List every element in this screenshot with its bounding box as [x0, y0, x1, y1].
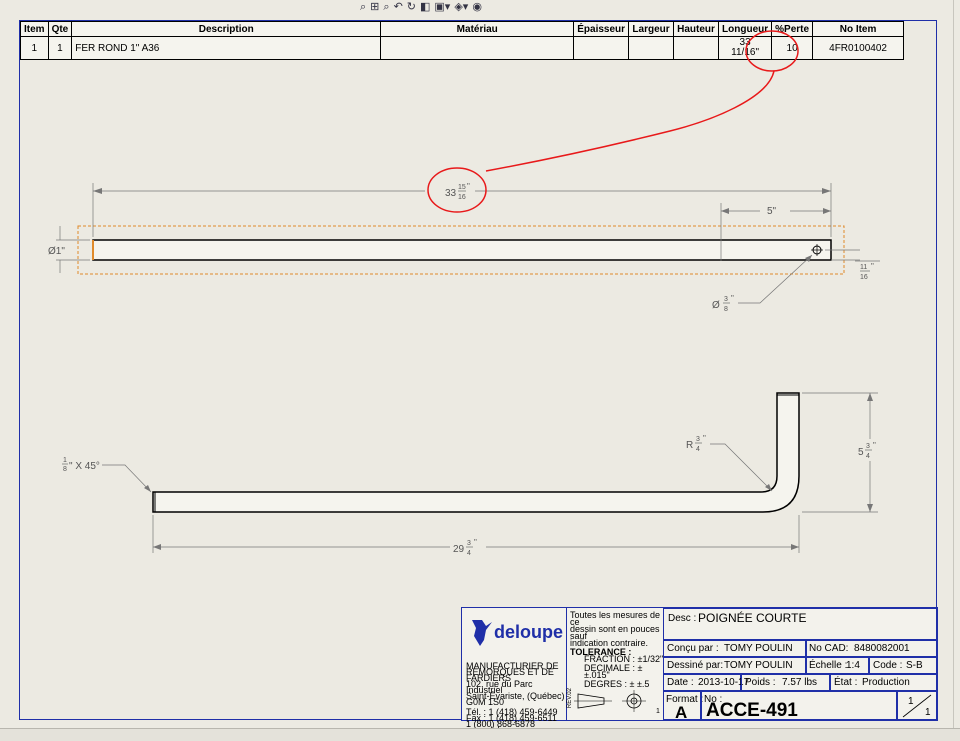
markup-circle-dimension — [427, 167, 487, 213]
view-orientation-icon[interactable]: ◈▾ — [454, 1, 468, 13]
deer-logo-icon — [472, 620, 492, 646]
poids-value[interactable]: 7.57 lbs — [782, 677, 817, 688]
arrowhead — [93, 188, 102, 194]
nocad-value[interactable]: 8480082001 — [854, 643, 910, 654]
dim-chamfer-rest[interactable]: " X 45° — [69, 461, 100, 472]
markup-connector-line — [485, 70, 775, 172]
arrowhead — [791, 544, 799, 550]
zoom-icon[interactable]: ⌕ — [383, 1, 389, 13]
top-view[interactable]: 33 15 16 " 5" Ø1" 11 16 " Ø 3 8 " — [48, 182, 880, 313]
dim-chamfer-den: 8 — [63, 466, 67, 473]
date-label: Date : — [667, 677, 694, 688]
rotate-icon[interactable]: ↻ — [407, 1, 416, 13]
echelle-label: Échelle : — [809, 660, 848, 671]
company-logo: deloupe — [466, 614, 566, 654]
nocad-label: No CAD: — [809, 643, 849, 654]
dim-leg-length-num: 3 — [467, 540, 471, 547]
format-value[interactable]: A — [675, 703, 687, 723]
dim-hole-offset[interactable]: 5" — [767, 206, 777, 217]
dim-hole-dia-prefix[interactable]: Ø — [712, 300, 720, 311]
zoom-fit-icon[interactable]: ⌕ — [360, 1, 366, 13]
dessine-label: Dessiné par: — [667, 660, 724, 671]
revision-mark: 1 — [656, 708, 660, 715]
drawing-notes: Toutes les mesures de ce dessin sont en … — [570, 611, 664, 689]
dim-bend-radius-den: 4 — [696, 446, 700, 453]
dim-overall-length-unit: " — [467, 182, 470, 191]
dim-bend-radius-num: 3 — [696, 436, 700, 443]
desc-value[interactable]: POIGNÉE COURTE — [698, 611, 806, 625]
tolerance-decimal: DECIMALE : ± ±.015" — [584, 663, 643, 680]
drawing-number[interactable]: ACCE-491 — [706, 700, 798, 722]
dim-hole-edge-den: 16 — [860, 274, 868, 281]
dim-leg-length-den: 4 — [467, 550, 471, 557]
leader-bend-radius — [710, 443, 773, 492]
dim-overall-length-whole[interactable]: 33 — [445, 188, 457, 199]
bent-handle-profile[interactable] — [152, 392, 800, 513]
round-bar-top[interactable] — [92, 239, 832, 261]
dim-hole-dia-den: 8 — [724, 306, 728, 313]
dessine-value[interactable]: TOMY POULIN — [724, 660, 793, 671]
dim-overall-length-num: 15 — [458, 184, 466, 191]
zoom-area-icon[interactable]: ⊞ — [370, 1, 379, 13]
etat-value[interactable]: Production — [862, 677, 910, 688]
drawing-sheet[interactable]: Item Qte Description Matériau Épaisseur … — [19, 20, 938, 735]
concu-label: Conçu par : — [667, 643, 719, 654]
sheet-total: 1 — [925, 707, 931, 718]
window-right-edge — [953, 0, 954, 740]
horizontal-scrollbar[interactable] — [0, 728, 960, 741]
arrowhead — [867, 504, 873, 512]
arrowhead — [721, 208, 729, 214]
code-label: Code : — [873, 660, 903, 671]
company-line: Saint-Évariste, (Québec) G0M 1S0 — [466, 691, 565, 707]
revision-label: RÉV.02 — [567, 688, 573, 709]
dim-height-whole[interactable]: 5 — [858, 447, 864, 458]
note-line: indication contraire. — [570, 638, 649, 648]
leader-chamfer — [102, 464, 152, 493]
code-value[interactable]: S-B — [906, 660, 923, 671]
tolerance-fraction: FRACTION : ±1/32" — [584, 654, 664, 664]
sheet-divider-icon — [902, 694, 932, 718]
front-view[interactable]: 1 8 " X 45° R 3 4 " 5 3 4 " 29 3 4 " — [62, 392, 878, 557]
dim-diameter[interactable]: Ø1" — [48, 246, 65, 257]
appearance-icon[interactable]: ◉ — [472, 1, 482, 13]
dim-height-den: 4 — [866, 453, 870, 460]
desc-label: Desc : — [668, 613, 697, 624]
dim-leg-length-whole[interactable]: 29 — [453, 544, 465, 555]
red-markup — [427, 30, 799, 213]
dim-overall-length-den: 16 — [458, 194, 466, 201]
dim-hole-dia-unit: " — [731, 294, 734, 303]
view-toolbar: ⌕ ⊞ ⌕ ↶ ↻ ◧ ▣▾ ◈▾ ◉ — [360, 0, 482, 14]
tolerance-degree: DEGRES : ± ±.5 — [584, 679, 650, 689]
arrowhead — [822, 188, 831, 194]
dim-height-num: 3 — [866, 443, 870, 450]
company-name: deloupe — [494, 622, 564, 642]
poids-label: Poids : — [745, 677, 776, 688]
dim-bend-radius-unit: " — [703, 434, 706, 443]
arrowhead — [867, 393, 873, 401]
etat-label: État : — [834, 677, 858, 688]
previous-view-icon[interactable]: ↶ — [394, 1, 403, 13]
leader-hole-diameter — [738, 254, 813, 304]
section-icon[interactable]: ◧ — [420, 1, 430, 13]
display-style-icon[interactable]: ▣▾ — [434, 1, 450, 13]
markup-circle-longueur — [745, 30, 799, 72]
dim-hole-edge-unit: " — [871, 262, 874, 271]
echelle-value[interactable]: 1:4 — [846, 660, 860, 671]
arrowhead — [823, 208, 831, 214]
sheet-number: 1 — [908, 696, 914, 707]
dim-leg-length-unit: " — [474, 538, 477, 547]
dim-chamfer-num: 1 — [63, 457, 67, 464]
dim-height-unit: " — [873, 441, 876, 450]
concu-value[interactable]: TOMY POULIN — [724, 643, 793, 654]
arrowhead — [153, 544, 161, 550]
dim-hole-edge-num: 11 — [860, 264, 867, 271]
dim-bend-radius-prefix[interactable]: R — [686, 440, 693, 451]
company-address: MANUFACTURIER DE REMORQUES ET DE FARDIER… — [466, 662, 566, 735]
dim-hole-dia-num: 3 — [724, 296, 728, 303]
projection-symbol-icon — [574, 690, 646, 712]
title-block: deloupe MANUFACTURIER DE REMORQUES ET DE… — [461, 607, 938, 735]
